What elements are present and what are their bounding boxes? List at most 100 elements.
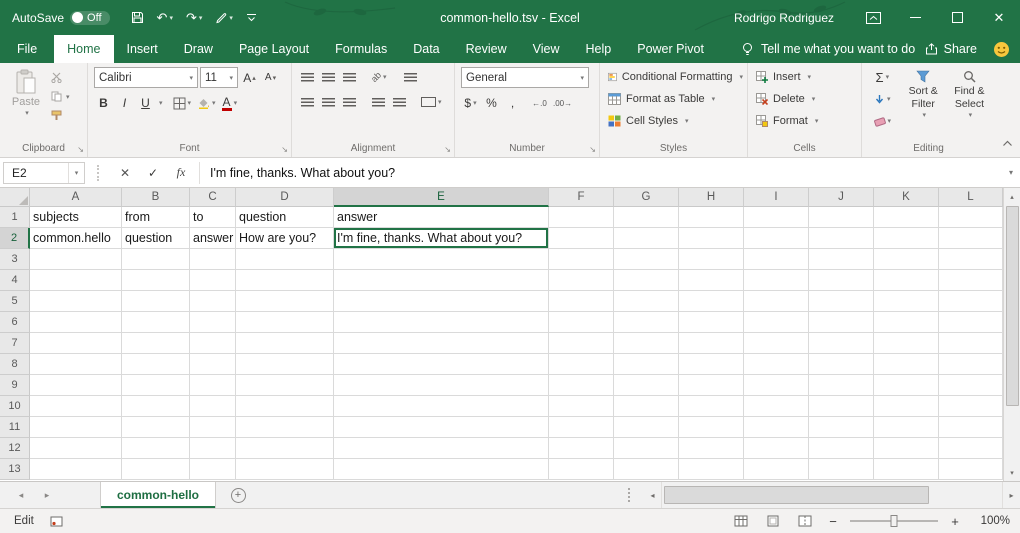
cell-F4[interactable] [549,270,614,291]
cell-A6[interactable] [30,312,122,333]
cell-G8[interactable] [614,354,679,375]
cell-B6[interactable] [122,312,190,333]
cell-B11[interactable] [122,417,190,438]
page-break-preview-button[interactable] [794,511,816,531]
cell-K8[interactable] [874,354,939,375]
cell-J7[interactable] [809,333,874,354]
sort-filter-button[interactable]: Sort & Filter ▾ [902,67,945,137]
cell-G11[interactable] [614,417,679,438]
collapse-ribbon-button[interactable] [1002,134,1013,152]
decrease-font-size-button[interactable]: A▾ [261,68,280,88]
column-header-h[interactable]: H [679,188,744,207]
cell-L6[interactable] [939,312,1003,333]
cell-B3[interactable] [122,249,190,270]
maximize-button[interactable] [936,0,978,35]
cell-I8[interactable] [744,354,809,375]
new-sheet-button[interactable]: + [216,482,260,508]
cell-K2[interactable] [874,228,939,249]
column-header-f[interactable]: F [549,188,614,207]
cell-C11[interactable] [190,417,236,438]
customize-quick-access-button[interactable] [241,5,262,31]
cell-F7[interactable] [549,333,614,354]
cell-A4[interactable] [30,270,122,291]
cell-K9[interactable] [874,375,939,396]
normal-view-button[interactable] [730,511,752,531]
cell-I6[interactable] [744,312,809,333]
cell-A11[interactable] [30,417,122,438]
formula-bar-splitter[interactable] [97,165,99,181]
cell-G5[interactable] [614,291,679,312]
cell-G2[interactable] [614,228,679,249]
align-middle-button[interactable] [319,67,338,87]
cell-G12[interactable] [614,438,679,459]
cell-L11[interactable] [939,417,1003,438]
insert-function-button[interactable]: fx [167,162,195,184]
cell-L2[interactable] [939,228,1003,249]
cell-K6[interactable] [874,312,939,333]
decrease-decimal-button[interactable]: .00→ [551,93,574,113]
increase-indent-button[interactable] [390,92,409,112]
tab-power-pivot[interactable]: Power Pivot [624,35,717,63]
cell-A9[interactable] [30,375,122,396]
fill-color-button[interactable]: ▾ [195,93,218,113]
cell-I13[interactable] [744,459,809,480]
cell-E8[interactable] [334,354,549,375]
cell-I11[interactable] [744,417,809,438]
cell-B4[interactable] [122,270,190,291]
cell-L12[interactable] [939,438,1003,459]
font-size-select[interactable]: 11 ▾ [200,67,238,88]
cell-A1[interactable]: subjects [30,207,122,228]
sheet-tab-common-hello[interactable]: common-hello [100,482,216,508]
cell-I2[interactable] [744,228,809,249]
cell-K10[interactable] [874,396,939,417]
cell-E13[interactable] [334,459,549,480]
cell-L4[interactable] [939,270,1003,291]
page-layout-view-button[interactable] [762,511,784,531]
comma-style-button[interactable]: , [503,93,522,113]
cell-E4[interactable] [334,270,549,291]
italic-button[interactable]: I [115,93,134,113]
cell-A2[interactable]: common.hello [30,228,122,249]
row-header-5[interactable]: 5 [0,291,30,312]
hscroll-left-arrow[interactable]: ◂ [644,482,661,508]
share-button[interactable]: Share [925,35,977,63]
row-header-9[interactable]: 9 [0,375,30,396]
vscroll-down-arrow[interactable]: ▾ [1004,464,1020,481]
cell-G6[interactable] [614,312,679,333]
fill-button[interactable]: ▾ [866,89,899,109]
cell-G10[interactable] [614,396,679,417]
cell-G1[interactable] [614,207,679,228]
cell-L5[interactable] [939,291,1003,312]
horizontal-scrollbar[interactable]: ◂ ▸ [628,482,1020,508]
cell-E10[interactable] [334,396,549,417]
align-bottom-button[interactable] [340,67,359,87]
tab-data[interactable]: Data [400,35,452,63]
cell-J11[interactable] [809,417,874,438]
cell-H12[interactable] [679,438,744,459]
cell-I5[interactable] [744,291,809,312]
cell-H5[interactable] [679,291,744,312]
tab-home[interactable]: Home [54,35,113,63]
tab-draw[interactable]: Draw [171,35,226,63]
cell-C9[interactable] [190,375,236,396]
minimize-button[interactable] [894,0,936,35]
column-header-b[interactable]: B [122,188,190,207]
underline-dropdown-icon[interactable]: ▾ [159,99,163,107]
tab-help[interactable]: Help [573,35,625,63]
cell-H10[interactable] [679,396,744,417]
format-as-table-button[interactable]: Format as Table ▾ [606,88,743,110]
cell-D9[interactable] [236,375,334,396]
cell-J5[interactable] [809,291,874,312]
vertical-scrollbar[interactable]: ▴ ▾ [1003,188,1020,481]
cell-H13[interactable] [679,459,744,480]
row-header-3[interactable]: 3 [0,249,30,270]
cell-K5[interactable] [874,291,939,312]
zoom-slider-thumb[interactable] [891,515,898,527]
cell-I7[interactable] [744,333,809,354]
cell-H9[interactable] [679,375,744,396]
row-header-11[interactable]: 11 [0,417,30,438]
undo-button[interactable]: ↶▾ [152,5,178,31]
column-header-i[interactable]: I [744,188,809,207]
sheet-nav-right-arrow[interactable]: ▸ [34,482,60,508]
zoom-level[interactable]: 100% [972,515,1010,527]
